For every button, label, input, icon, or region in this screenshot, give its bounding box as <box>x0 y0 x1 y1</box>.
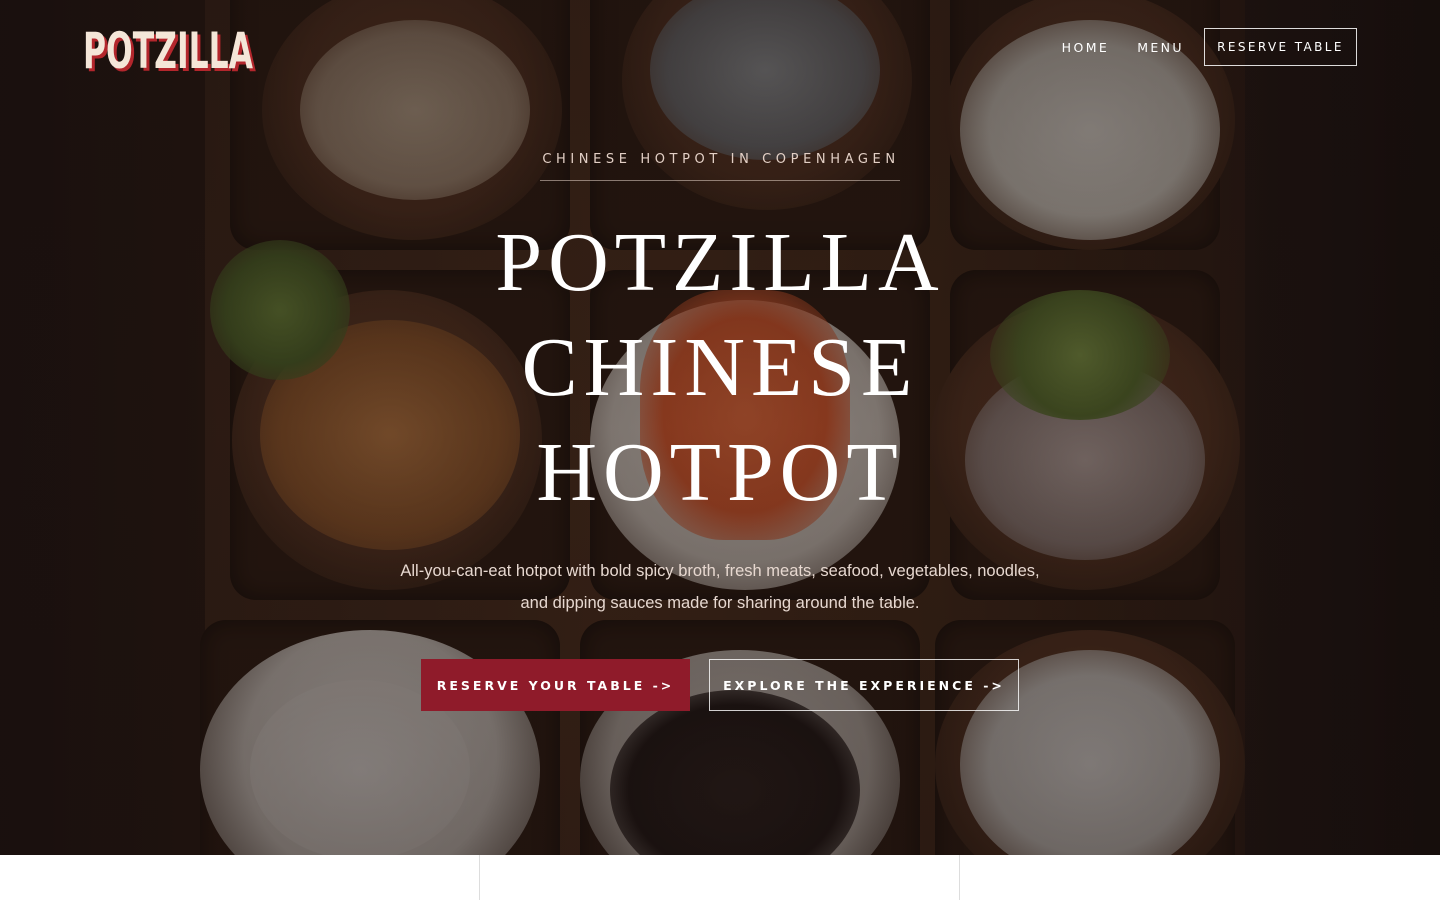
hero-description: All-you-can-eat hotpot with bold spicy b… <box>0 555 1440 619</box>
nav-menu-link[interactable]: MENU <box>1137 40 1184 55</box>
reserve-your-table-button[interactable]: RESERVE YOUR TABLE -> <box>421 659 690 711</box>
nav-home-link[interactable]: HOME <box>1062 40 1110 55</box>
hero-description-line-1: All-you-can-eat hotpot with bold spicy b… <box>400 562 1040 580</box>
nav-reserve-table-button[interactable]: RESERVE TABLE <box>1204 28 1357 66</box>
explore-experience-button[interactable]: EXPLORE THE EXPERIENCE -> <box>709 659 1019 711</box>
hero-eyebrow: CHINESE HOTPOT IN COPENHAGEN <box>0 148 1440 181</box>
hero-section: POTZILLA POTZILLA HOME MENU RESERVE TABL… <box>0 0 1440 855</box>
hero-headline-line-3: HOTPOT <box>536 426 904 519</box>
potzilla-logo[interactable]: POTZILLA POTZILLA <box>82 18 258 78</box>
column-divider <box>959 855 960 900</box>
hero-description-line-2: and dipping sauces made for sharing arou… <box>520 594 920 612</box>
hero-eyebrow-text: CHINESE HOTPOT IN COPENHAGEN <box>540 152 900 181</box>
below-fold-section <box>0 855 1440 900</box>
hero-headline: POTZILLA CHINESE HOTPOT <box>0 210 1440 525</box>
hero-headline-line-1: POTZILLA <box>495 216 945 309</box>
svg-text:POTZILLA: POTZILLA <box>83 22 253 78</box>
main-nav: HOME MENU RESERVE TABLE <box>1062 28 1357 66</box>
hero-headline-line-2: CHINESE <box>521 321 919 414</box>
column-divider <box>479 855 480 900</box>
